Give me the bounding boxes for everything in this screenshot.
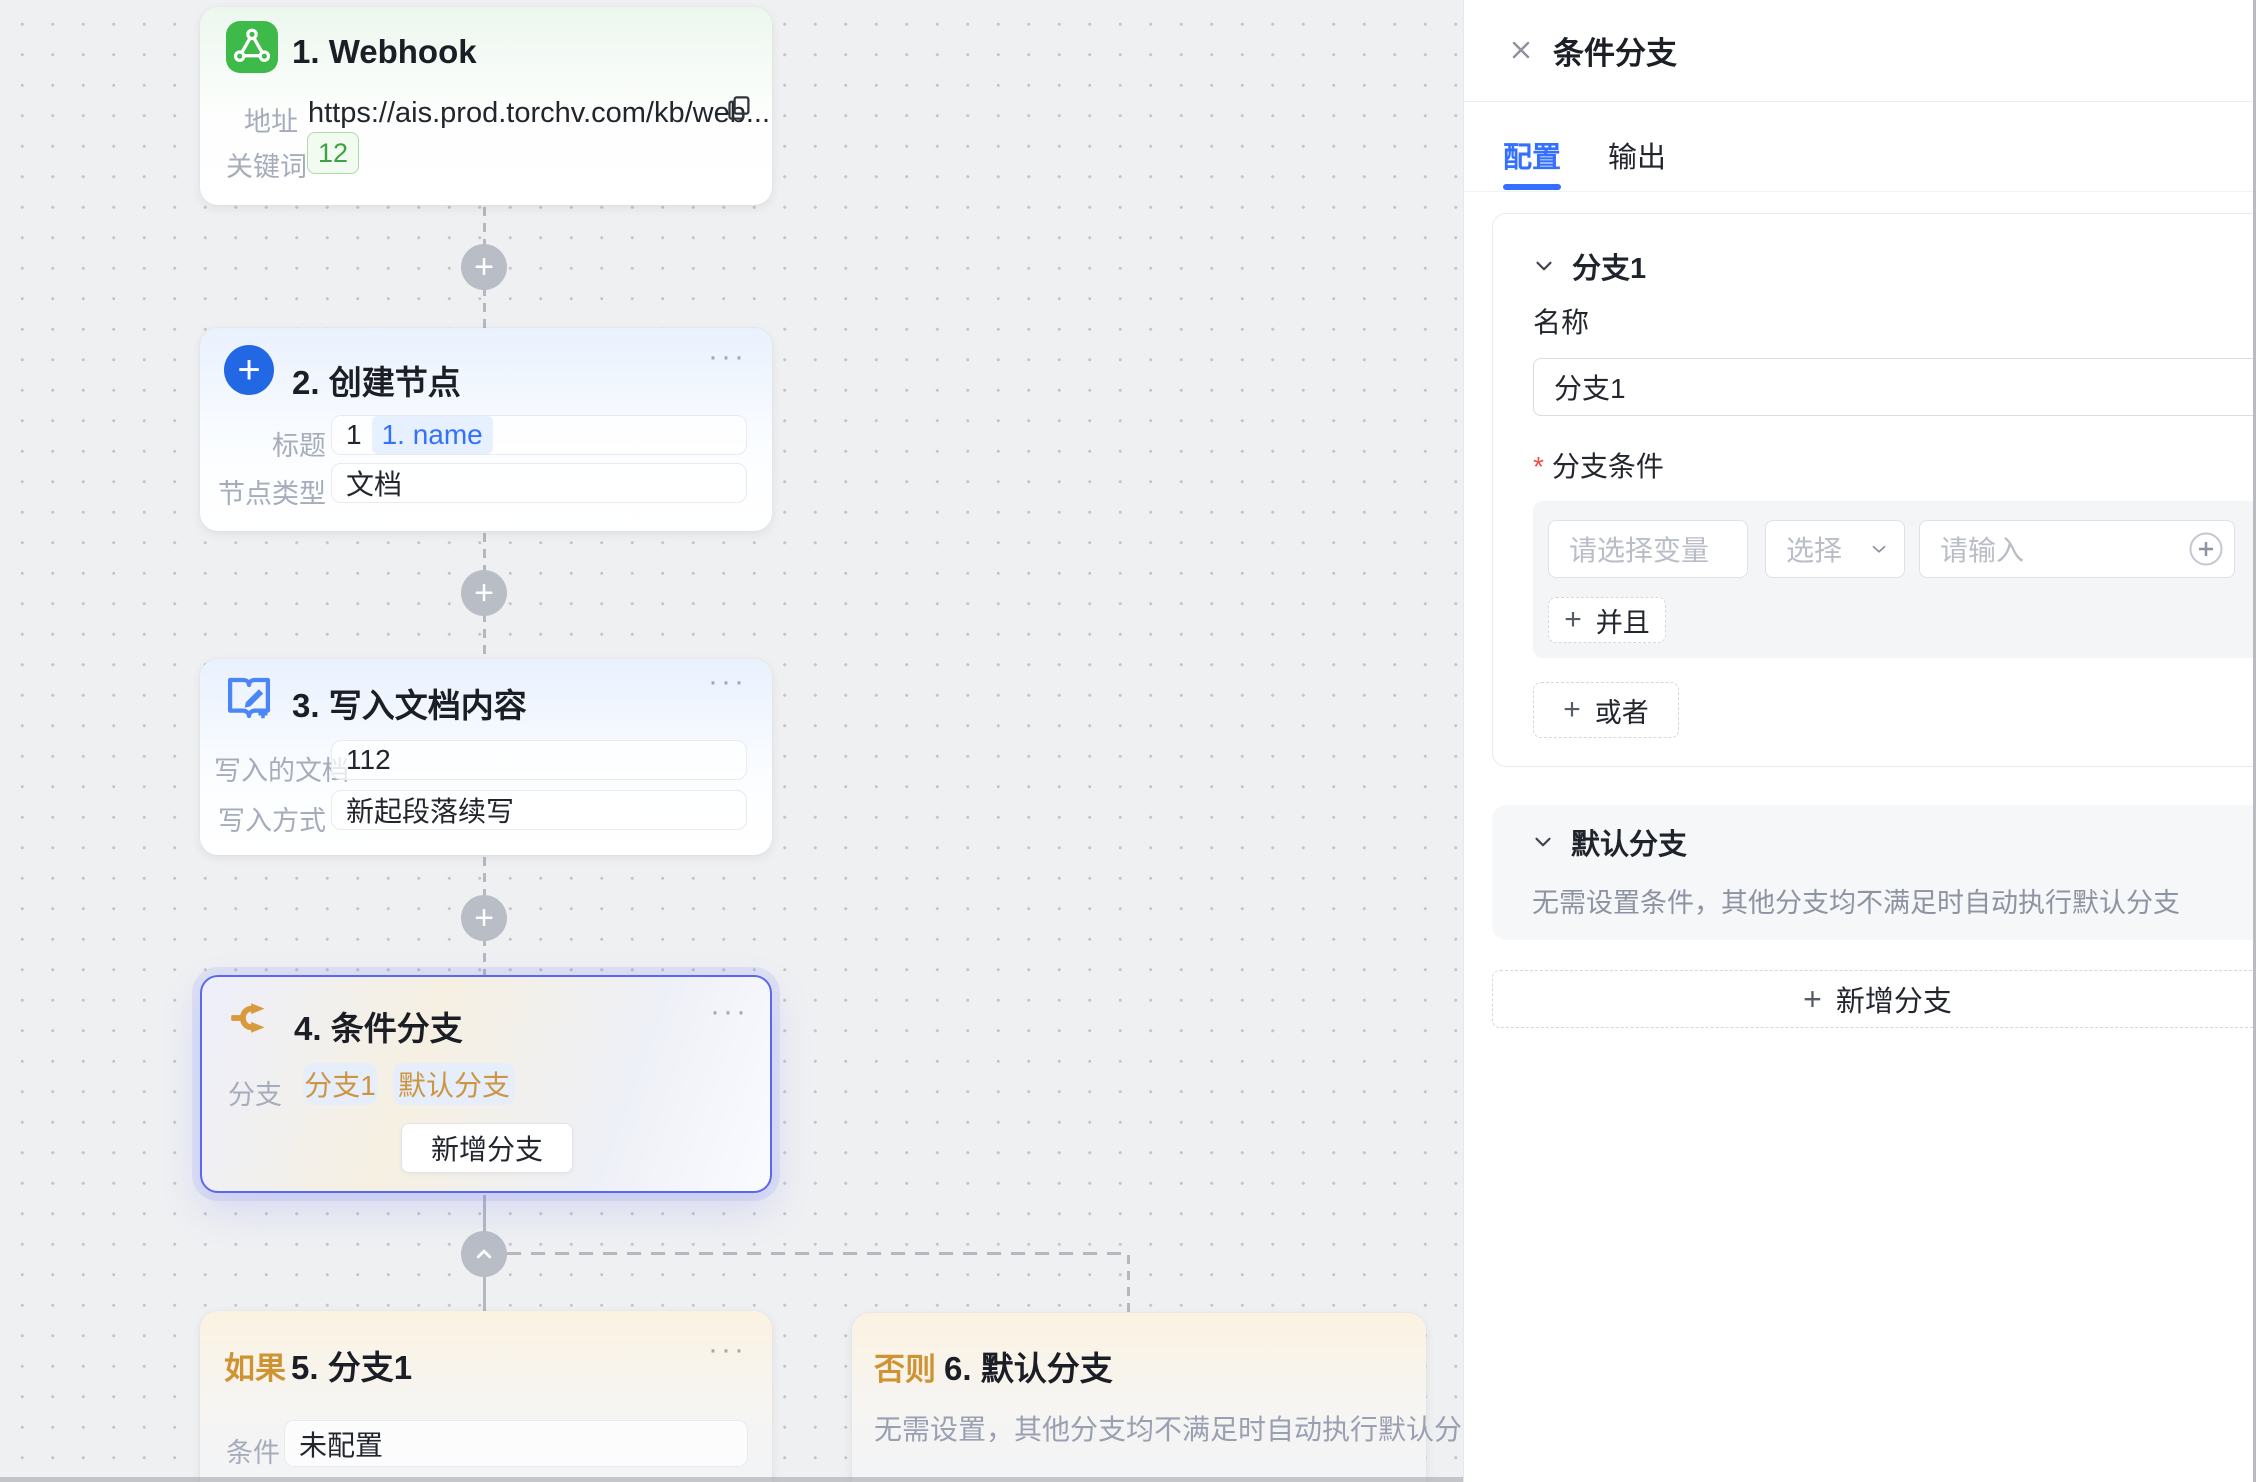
plus-glyph: + <box>237 348 260 393</box>
plus-icon: + <box>474 574 494 613</box>
chevron-down-icon <box>1868 538 1890 560</box>
field-label: 写入的文档 <box>214 749 326 788</box>
node-write-doc[interactable]: 3. 写入文档内容 ··· 写入的文档 112 写入方式 新起段落续写 <box>200 659 772 855</box>
node-title: 3. 写入文档内容 <box>292 679 527 727</box>
branch-icon <box>226 992 278 1044</box>
field-label: 地址 <box>226 100 298 139</box>
add-branch-node-button[interactable]: 新增分支 <box>401 1123 573 1173</box>
branch-chip-default[interactable]: 默认分支 <box>393 1063 515 1105</box>
name-label: 名称 <box>1533 301 1589 341</box>
add-node-button[interactable]: + <box>461 570 507 616</box>
add-or-condition-button[interactable]: + 或者 <box>1533 682 1679 738</box>
branch-chip-1[interactable]: 分支1 <box>303 1063 377 1105</box>
field-value: 未配置 <box>299 1424 383 1464</box>
branch-name-input[interactable]: 分支1 <box>1533 358 2256 416</box>
field-title: 1 1. name <box>331 415 747 455</box>
placeholder-text: 请选择变量 <box>1569 529 1709 569</box>
chevron-up-icon <box>470 1240 498 1268</box>
node-create[interactable]: + 2. 创建节点 ··· 标题 1 1. name 节点类型 文档 <box>200 328 772 531</box>
field-condition: 未配置 <box>284 1420 748 1467</box>
default-branch-note: 无需设置，其他分支均不满足时自动执行默认分支 <box>874 1408 1490 1448</box>
branch-prefix: 否则 <box>874 1344 936 1389</box>
more-icon[interactable]: ··· <box>708 1335 747 1365</box>
placeholder-text: 请输入 <box>1940 529 2024 569</box>
add-and-condition-button[interactable]: + 并且 <box>1548 597 1666 643</box>
plus-icon: + <box>1563 693 1581 727</box>
add-node-button[interactable]: + <box>461 895 507 941</box>
field-label: 标题 <box>214 424 326 463</box>
connector-line-branch <box>1127 1255 1130 1313</box>
panel-title: 条件分支 <box>1553 28 1677 73</box>
field-label: 节点类型 <box>214 472 326 511</box>
value-input[interactable]: 请输入 <box>1919 520 2235 578</box>
divider <box>1464 101 2256 102</box>
keyword-count-badge: 12 <box>307 132 359 174</box>
more-icon[interactable]: ··· <box>708 342 747 372</box>
default-branch-section-card: 默认分支 无需设置条件，其他分支均不满足时自动执行默认分支 <box>1492 805 2256 940</box>
node-title: 2. 创建节点 <box>292 356 461 404</box>
plus-node-icon: + <box>224 345 274 395</box>
plus-icon: + <box>1803 981 1822 1018</box>
condition-group: 请选择变量 选择 请输入 + 并且 <box>1533 501 2256 658</box>
button-label: 新增分支 <box>1836 978 1952 1020</box>
field-label: 条件 <box>226 1431 280 1470</box>
input-value: 分支1 <box>1554 367 1626 407</box>
webhook-icon <box>226 21 278 73</box>
active-tab-indicator <box>1503 184 1561 190</box>
close-icon[interactable] <box>1507 36 1535 64</box>
field-write-mode: 新起段落续写 <box>331 790 747 830</box>
branch-prefix: 如果 <box>224 1343 286 1388</box>
node-webhook[interactable]: 1. Webhook 地址 https://ais.prod.torchv.co… <box>200 7 772 205</box>
variable-select-input[interactable]: 请选择变量 <box>1548 520 1748 578</box>
field-label: 分支 <box>228 1073 282 1112</box>
tab-config[interactable]: 配置 <box>1503 134 1561 176</box>
more-icon[interactable]: ··· <box>708 667 747 697</box>
field-value: 新起段落续写 <box>346 790 514 830</box>
field-label: 写入方式 <box>214 799 326 838</box>
add-node-button[interactable]: + <box>461 244 507 290</box>
add-value-icon[interactable] <box>2186 529 2226 569</box>
more-icon[interactable]: ··· <box>710 997 749 1027</box>
viewport-bottom-edge <box>0 1477 1463 1482</box>
connector-line-branch <box>507 1252 1128 1255</box>
field-value: 文档 <box>346 463 402 503</box>
node-default-branch[interactable]: 否则 6. 默认分支 无需设置，其他分支均不满足时自动执行默认分支 <box>852 1313 1426 1482</box>
config-panel: 条件分支 配置 输出 分支1 名称 分支1 *分支条件 请选择变量 选择 请输入 <box>1463 0 2256 1482</box>
plus-icon: + <box>474 248 494 287</box>
operator-select[interactable]: 选择 <box>1765 520 1905 578</box>
field-value: 112 <box>346 744 391 776</box>
node-branch1[interactable]: 如果 5. 分支1 ··· 条件 未配置 <box>200 1311 772 1482</box>
node-title: 6. 默认分支 <box>944 1342 1113 1390</box>
node-title: 1. Webhook <box>292 33 477 71</box>
plus-icon: + <box>1564 603 1582 637</box>
button-label: 并且 <box>1596 601 1650 640</box>
field-target-doc: 112 <box>331 740 747 780</box>
placeholder-text: 选择 <box>1786 529 1842 569</box>
field-label: 关键词 <box>226 145 298 184</box>
field-value: 1 <box>346 419 362 451</box>
button-label: 或者 <box>1595 691 1649 730</box>
variable-token: 1. name <box>372 416 493 454</box>
plus-icon: + <box>474 899 494 938</box>
webhook-url: https://ais.prod.torchv.com/kb/web... <box>308 97 770 130</box>
chevron-down-icon[interactable] <box>1531 253 1557 279</box>
section-title: 分支1 <box>1572 245 1646 287</box>
branch1-section-card: 分支1 名称 分支1 *分支条件 请选择变量 选择 请输入 + 并且 <box>1492 213 2256 767</box>
node-condition-selected[interactable]: 4. 条件分支 ··· 分支 分支1 默认分支 新增分支 <box>200 975 772 1193</box>
node-title: 5. 分支1 <box>291 1341 412 1389</box>
condition-label: *分支条件 <box>1533 445 1664 485</box>
node-title: 4. 条件分支 <box>294 1002 463 1050</box>
field-node-type: 文档 <box>331 463 747 503</box>
required-mark: * <box>1533 451 1544 482</box>
divider <box>1464 191 2256 192</box>
default-branch-description: 无需设置条件，其他分支均不满足时自动执行默认分支 <box>1532 881 2180 920</box>
add-branch-button[interactable]: + 新增分支 <box>1492 970 2256 1028</box>
tab-output[interactable]: 输出 <box>1608 134 1666 176</box>
collapse-branches-button[interactable] <box>461 1231 507 1277</box>
copy-icon[interactable] <box>724 93 754 128</box>
write-doc-icon <box>222 671 276 725</box>
chevron-down-icon[interactable] <box>1530 829 1556 855</box>
section-title: 默认分支 <box>1571 821 1687 863</box>
flow-canvas[interactable]: + + + 1. Webhook 地址 https://ais.prod.tor… <box>0 0 1463 1482</box>
